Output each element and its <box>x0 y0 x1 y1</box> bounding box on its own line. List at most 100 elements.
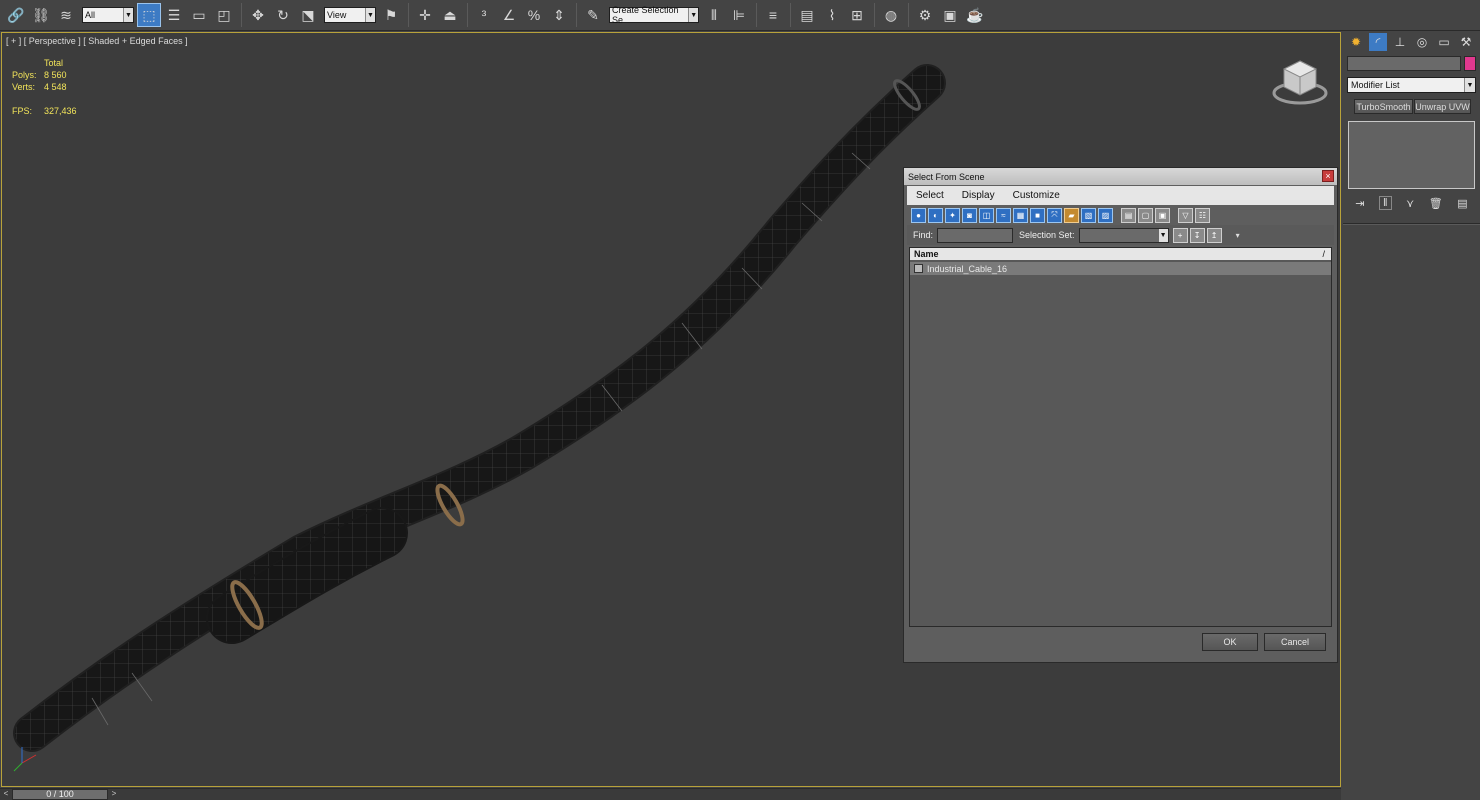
display-tab-icon[interactable]: ▭ <box>1435 33 1453 51</box>
select-manipulate-icon[interactable]: ✛ <box>413 3 437 27</box>
toolbar-separator <box>874 3 875 27</box>
groups-filter-icon[interactable]: ▦ <box>1013 207 1028 223</box>
dialog-title-bar[interactable]: Select From Scene × <box>904 168 1337 185</box>
verts-label: Verts: <box>12 82 36 92</box>
cameras-filter-icon[interactable]: ◙ <box>962 207 977 223</box>
ok-button[interactable]: OK <box>1202 633 1258 651</box>
sort-indicator: / <box>1322 249 1325 259</box>
percent-snap-icon[interactable]: % <box>522 3 546 27</box>
frozen-filter-icon[interactable]: ▧ <box>1081 207 1096 223</box>
create-selection-set-icon[interactable]: + <box>1172 227 1188 243</box>
scale-icon[interactable]: ⬔ <box>296 3 320 27</box>
toolbar-separator <box>467 3 468 27</box>
remove-from-set-icon[interactable]: ↥ <box>1206 227 1222 243</box>
shapes-filter-icon[interactable]: ◐ <box>928 207 943 223</box>
utilities-tab-icon[interactable]: ⚒ <box>1457 33 1475 51</box>
fps-value: 327,436 <box>44 106 77 116</box>
geometry-filter-icon[interactable]: ● <box>911 207 926 223</box>
object-name-field[interactable] <box>1347 56 1461 71</box>
pivot-center-icon[interactable]: ⚑ <box>379 3 403 27</box>
pin-stack-icon[interactable]: ⇥ <box>1355 197 1364 210</box>
viewport-label[interactable]: [ + ] [ Perspective ] [ Shaded + Edged F… <box>6 36 188 46</box>
viewcube-icon[interactable] <box>1270 57 1330 107</box>
containers-filter-icon[interactable]: ▰ <box>1064 207 1079 223</box>
stats-header: Total <box>44 58 64 68</box>
window-crossing-icon[interactable]: ◰ <box>212 3 236 27</box>
time-slider-thumb[interactable]: 0 / 100 <box>12 789 108 800</box>
panel-divider <box>1343 223 1480 225</box>
time-slider[interactable]: < 0 / 100 > <box>0 788 1341 800</box>
verts-value: 4 548 <box>44 82 67 92</box>
make-unique-icon[interactable]: ⋎ <box>1406 197 1414 210</box>
configure-modifier-sets-icon[interactable]: ▤ <box>1457 197 1467 210</box>
previous-frame-button[interactable]: < <box>0 789 12 800</box>
display-none-icon[interactable]: ▢ <box>1138 207 1153 223</box>
render-setup-icon[interactable]: ⚙ <box>913 3 937 27</box>
spacewarps-filter-icon[interactable]: ≈ <box>996 207 1011 223</box>
rotate-icon[interactable]: ↻ <box>271 3 295 27</box>
named-selection-dropdown[interactable]: Create Selection Se ▼ <box>609 5 699 25</box>
dialog-menu-bar: Select Display Customize <box>907 186 1334 205</box>
show-end-result-icon[interactable]: ‖ <box>1379 196 1392 210</box>
move-icon[interactable]: ✥ <box>246 3 270 27</box>
select-from-scene-dialog: Select From Scene × Select Display Custo… <box>903 167 1338 663</box>
menu-select[interactable]: Select <box>907 190 953 201</box>
list-item[interactable]: Industrial_Cable_16 <box>910 262 1331 275</box>
modifier-stack[interactable] <box>1348 121 1475 189</box>
selection-set-label: Selection Set: <box>1019 230 1075 240</box>
keyboard-shortcut-override-icon[interactable]: ⏏ <box>438 3 462 27</box>
menu-customize[interactable]: Customize <box>1004 190 1069 201</box>
reference-coordinate-dropdown[interactable]: View ▼ <box>324 7 376 23</box>
motion-tab-icon[interactable]: ◎ <box>1413 33 1431 51</box>
modifier-list-dropdown[interactable]: Modifier List ▼ <box>1347 77 1476 93</box>
filter-options-icon[interactable]: ☷ <box>1195 207 1210 223</box>
schematic-view-icon[interactable]: ⊞ <box>845 3 869 27</box>
toolbar-separator <box>241 3 242 27</box>
unwrap-uvw-button[interactable]: Unwrap UVW <box>1414 99 1471 114</box>
find-input[interactable] <box>937 227 1014 243</box>
rendered-frame-window-icon[interactable]: ▣ <box>938 3 962 27</box>
selection-filter-dropdown[interactable]: All ▼ <box>82 7 134 23</box>
render-production-icon[interactable]: ☕ <box>963 3 987 27</box>
remove-modifier-icon[interactable]: 🗑 <box>1429 197 1443 210</box>
edit-named-selection-icon[interactable]: ✎ <box>581 3 605 27</box>
hidden-filter-icon[interactable]: ▨ <box>1098 207 1113 223</box>
add-to-set-icon[interactable]: ↧ <box>1189 227 1205 243</box>
align-icon[interactable]: ⊫ <box>727 3 751 27</box>
chevron-down-icon: ▼ <box>1158 228 1168 242</box>
selection-set-dropdown[interactable]: ▼ <box>1078 227 1169 243</box>
cancel-button[interactable]: Cancel <box>1264 633 1326 651</box>
scene-object-list[interactable]: Name / Industrial_Cable_16 <box>909 247 1332 627</box>
angle-snap-icon[interactable]: ∠ <box>497 3 521 27</box>
mirror-icon[interactable]: ⫴ <box>702 3 726 27</box>
helpers-filter-icon[interactable]: ◫ <box>979 207 994 223</box>
display-all-icon[interactable]: ▤ <box>1121 207 1136 223</box>
spinner-snap-icon[interactable]: ⇕ <box>547 3 571 27</box>
object-color-swatch[interactable] <box>1464 56 1476 71</box>
bones-filter-icon[interactable]: ⤧ <box>1047 207 1062 223</box>
link-icon[interactable]: 🔗 <box>4 3 28 27</box>
curve-editor-icon[interactable]: ⌇ <box>820 3 844 27</box>
material-editor-icon[interactable]: ◍ <box>879 3 903 27</box>
layer-manager-icon[interactable]: ≡ <box>761 3 785 27</box>
toolbar-overflow-icon[interactable]: ▾ <box>1236 231 1240 240</box>
display-invert-icon[interactable]: ▣ <box>1155 207 1170 223</box>
select-by-name-icon[interactable]: ☰ <box>162 3 186 27</box>
snap-toggle-icon[interactable]: ³ <box>472 3 496 27</box>
xrefs-filter-icon[interactable]: ■ <box>1030 207 1045 223</box>
create-tab-icon[interactable]: ✹ <box>1347 33 1365 51</box>
select-object-icon[interactable]: ⬚ <box>137 3 161 27</box>
hierarchy-tab-icon[interactable]: ⊥ <box>1391 33 1409 51</box>
rectangular-region-icon[interactable]: ▭ <box>187 3 211 27</box>
bind-spacewarp-icon[interactable]: ≋ <box>54 3 78 27</box>
filter-icon[interactable]: ▽ <box>1178 207 1193 223</box>
close-icon[interactable]: × <box>1322 170 1334 182</box>
graphite-tools-icon[interactable]: ▤ <box>795 3 819 27</box>
unlink-icon[interactable]: ⛓ <box>29 3 53 27</box>
column-header-name[interactable]: Name / <box>910 248 1331 260</box>
next-frame-button[interactable]: > <box>108 789 120 800</box>
menu-display[interactable]: Display <box>953 190 1004 201</box>
lights-filter-icon[interactable]: ✦ <box>945 207 960 223</box>
modify-tab-icon[interactable]: ◜ <box>1369 33 1387 51</box>
turbosmooth-button[interactable]: TurboSmooth <box>1354 99 1413 114</box>
